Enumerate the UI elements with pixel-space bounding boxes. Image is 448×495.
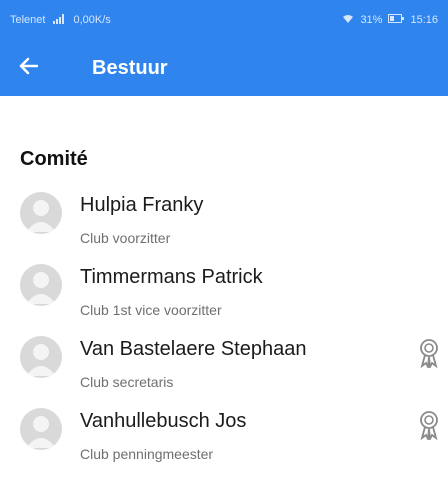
section-title: Comité (20, 148, 88, 170)
member-item[interactable]: Timmermans Patrick Club 1st vice voorzit… (0, 252, 448, 324)
member-name: Van Bastelaere Stephaan (80, 338, 307, 360)
page-title: Bestuur (92, 56, 168, 79)
back-button[interactable] (0, 40, 56, 96)
avatar-icon (20, 336, 62, 378)
status-bar: Telenet 0,00K/s 31% 15:16 (0, 0, 448, 40)
member-role: Club voorzitter (80, 230, 171, 246)
avatar-icon (20, 264, 62, 306)
member-role: Club 1st vice voorzitter (80, 302, 222, 318)
member-item[interactable]: Vanhullebusch Jos Club penningmeester (0, 396, 448, 468)
arrow-left-icon (18, 57, 39, 80)
battery-level: 31% (360, 14, 383, 26)
member-list: Hulpia Franky Club voorzitter Timmermans… (0, 180, 448, 468)
member-role: Club secretaris (80, 374, 174, 390)
clock: 15:16 (410, 14, 438, 26)
carrier-label: Telenet (10, 14, 46, 26)
member-name: Hulpia Franky (80, 194, 204, 216)
signal-icon (53, 13, 65, 27)
battery-icon (388, 14, 405, 26)
member-item[interactable]: Van Bastelaere Stephaan Club secretaris (0, 324, 448, 396)
award-badge-icon (418, 338, 440, 371)
member-name: Timmermans Patrick (80, 266, 263, 288)
app-bar: Bestuur (0, 40, 448, 96)
wifi-icon (342, 14, 354, 27)
award-badge-icon (418, 410, 440, 443)
avatar-icon (20, 408, 62, 450)
member-item[interactable]: Hulpia Franky Club voorzitter (0, 180, 448, 252)
avatar-icon (20, 192, 62, 234)
member-role: Club penningmeester (80, 446, 214, 462)
member-name: Vanhullebusch Jos (80, 410, 247, 432)
network-speed: 0,00K/s (73, 14, 111, 26)
